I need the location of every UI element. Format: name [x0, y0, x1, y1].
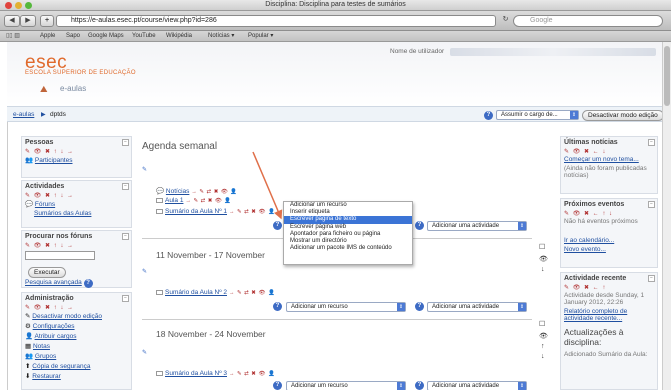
block-controls[interactable]: ✎ 👁 ✖ ← ↑ ↓: [561, 210, 657, 217]
block-title: Actividade recente: [564, 275, 627, 282]
block-controls[interactable]: ✎ 👁 ✖ ← ↑: [561, 284, 657, 291]
collapse-icon[interactable]: −: [648, 139, 655, 146]
calendar-link[interactable]: Ir ao calendário...: [561, 236, 657, 245]
added-note: Adicionado Sumário da Aula:: [564, 351, 648, 358]
block-title: Últimas notícias: [564, 139, 618, 146]
course-updates-heading: Actualizações à disciplina:: [564, 327, 624, 347]
collapse-icon[interactable]: −: [648, 201, 655, 208]
events-note: Não há eventos próximos: [564, 218, 638, 225]
block-recent-activity: Actividade recente − ✎ 👁 ✖ ← ↑ Actividad…: [560, 272, 658, 390]
activity-since: Actividade desde Sunday, 1 January 2012,…: [564, 292, 645, 306]
collapse-icon[interactable]: −: [648, 275, 655, 282]
new-event-link[interactable]: Novo evento...: [561, 245, 657, 254]
news-note: (Ainda não foram publicadas notícias): [564, 165, 647, 179]
block-controls[interactable]: ✎ 👁 ✖ ← ↓: [561, 148, 657, 155]
block-title: Próximos eventos: [564, 201, 625, 208]
new-topic-link[interactable]: Começar um novo tema...: [561, 155, 657, 164]
page-scrollbar[interactable]: [662, 42, 671, 390]
block-latest-news: Últimas notícias − ✎ 👁 ✖ ← ↓ Começar um …: [560, 136, 658, 194]
full-report-link[interactable]: Relatório completo de actividade recente…: [561, 307, 657, 323]
scrollbar-thumb[interactable]: [664, 46, 670, 106]
block-upcoming-events: Próximos eventos − ✎ 👁 ✖ ← ↑ ↓ Não há ev…: [560, 198, 658, 268]
